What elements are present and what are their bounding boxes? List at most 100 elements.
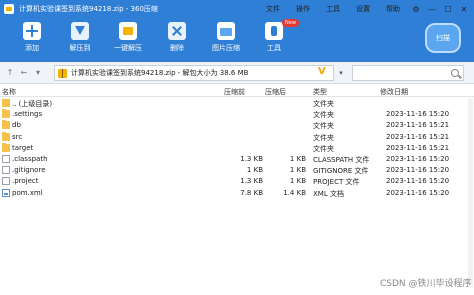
tools-icon bbox=[265, 22, 283, 40]
column-type[interactable]: 类型 bbox=[313, 87, 327, 97]
list-item[interactable]: .gitignore 1 KB 1 KB GITIGNORE 文件 2023-1… bbox=[0, 165, 474, 176]
menu-operation[interactable]: 操作 bbox=[288, 4, 318, 14]
delete-label: 删除 bbox=[170, 44, 184, 52]
column-name[interactable]: 名称 bbox=[2, 87, 16, 97]
minimize-button[interactable]: — bbox=[424, 5, 440, 14]
file-icon bbox=[2, 154, 10, 163]
menu-tools[interactable]: 工具 bbox=[318, 4, 348, 14]
file-type: GITIGNORE 文件 bbox=[313, 167, 369, 176]
list-item[interactable]: .settings 文件夹 2023-11-16 15:20 bbox=[0, 109, 474, 120]
column-modified[interactable]: 修改日期 bbox=[380, 87, 408, 97]
extract-label: 解压到 bbox=[69, 44, 91, 52]
file-type: 文件夹 bbox=[313, 144, 334, 153]
file-list: .. (上级目录) 文件夹 .settings 文件夹 2023-11-16 1… bbox=[0, 98, 474, 199]
folder-icon bbox=[2, 131, 10, 141]
file-modified: 2023-11-16 15:20 bbox=[386, 110, 450, 119]
image-compress-label: 图片压缩 bbox=[212, 44, 240, 52]
list-item[interactable]: .project 1.3 KB 1 KB PROJECT 文件 2023-11-… bbox=[0, 176, 474, 187]
address-bar: ↑ ← ▾ 计算机实验课签到系统94218.zip - 解包大小为 38.6 M… bbox=[0, 62, 474, 84]
list-item[interactable]: pom.xml 7.8 KB 1.4 KB XML 文档 2023-11-16 … bbox=[0, 188, 474, 199]
xml-file-icon bbox=[2, 188, 10, 197]
tools-label: 工具 bbox=[267, 44, 281, 52]
extract-icon bbox=[71, 22, 89, 40]
onekey-extract-button[interactable]: 一键解压 bbox=[104, 22, 152, 53]
delete-button[interactable]: 删除 bbox=[153, 22, 201, 53]
file-packed-size: 1 KB bbox=[289, 166, 306, 175]
add-label: 添加 bbox=[25, 44, 39, 52]
file-name: .classpath bbox=[12, 154, 48, 163]
address-dropdown[interactable]: ▾ bbox=[335, 65, 347, 81]
list-item[interactable]: src 文件夹 2023-11-16 15:21 bbox=[0, 131, 474, 143]
file-name: db bbox=[12, 121, 21, 130]
up-arrow-icon[interactable]: ↑ bbox=[4, 67, 16, 79]
file-packed-size: 1.4 KB bbox=[283, 188, 306, 197]
column-size[interactable]: 压缩后 bbox=[265, 87, 286, 97]
zip-archive-icon bbox=[58, 68, 67, 78]
list-header: 名称 压缩前 压缩后 类型 修改日期 bbox=[0, 86, 474, 97]
file-name: target bbox=[12, 143, 34, 152]
menu-settings[interactable]: 设置 bbox=[348, 4, 378, 14]
file-name: .. (上级目录) bbox=[12, 100, 53, 108]
image-compress-icon bbox=[217, 22, 235, 40]
skin-icon[interactable]: ⚙ bbox=[408, 5, 424, 14]
search-input[interactable] bbox=[352, 65, 464, 81]
dropdown-arrow-icon[interactable]: ▾ bbox=[32, 67, 44, 79]
address-field[interactable]: 计算机实验课签到系统94218.zip - 解包大小为 38.6 MB bbox=[54, 65, 334, 81]
new-badge: New bbox=[282, 19, 299, 27]
menu-bar: 文件 操作 工具 设置 帮助 bbox=[258, 0, 408, 18]
scan-label: 扫描 bbox=[436, 34, 450, 42]
vertical-scrollbar[interactable] bbox=[468, 98, 473, 288]
onekey-extract-label: 一键解压 bbox=[114, 44, 142, 52]
file-type: 文件夹 bbox=[313, 133, 334, 142]
address-path: 计算机实验课签到系统94218.zip - 解包大小为 38.6 MB bbox=[71, 69, 249, 77]
maximize-button[interactable]: ☐ bbox=[440, 5, 456, 14]
file-modified: 2023-11-16 15:21 bbox=[386, 143, 450, 152]
file-name: pom.xml bbox=[12, 188, 43, 197]
window-controls: ⚙ — ☐ ✕ bbox=[408, 0, 472, 18]
v-badge-icon[interactable]: V bbox=[318, 66, 326, 77]
file-type: 文件夹 bbox=[313, 111, 334, 120]
extract-to-button[interactable]: 解压到 bbox=[56, 22, 104, 53]
back-arrow-icon[interactable]: ← bbox=[18, 67, 30, 79]
file-modified: 2023-11-16 15:21 bbox=[386, 121, 450, 130]
menu-file[interactable]: 文件 bbox=[258, 4, 288, 14]
image-compress-button[interactable]: 图片压缩 bbox=[202, 22, 250, 53]
file-name: src bbox=[12, 132, 23, 141]
list-item[interactable]: .classpath 1.3 KB 1 KB CLASSPATH 文件 2023… bbox=[0, 154, 474, 165]
file-icon bbox=[2, 177, 10, 186]
scan-button[interactable]: 扫描 bbox=[425, 23, 461, 53]
file-type: 文件夹 bbox=[313, 100, 334, 108]
file-packed-size: 1 KB bbox=[289, 154, 306, 163]
file-name: .gitignore bbox=[12, 166, 46, 175]
folder-icon bbox=[2, 120, 10, 130]
toolbar: 添加 解压到 一键解压 删除 图片压缩 工具 bbox=[0, 18, 474, 62]
file-type: CLASSPATH 文件 bbox=[313, 155, 370, 164]
watermark-text: CSDN @铁川毕设程序 bbox=[380, 279, 472, 289]
close-button[interactable]: ✕ bbox=[456, 5, 472, 14]
add-button[interactable]: 添加 bbox=[8, 22, 56, 53]
file-modified: 2023-11-16 15:20 bbox=[386, 166, 450, 175]
delete-icon bbox=[168, 22, 186, 40]
list-item[interactable]: .. (上级目录) 文件夹 bbox=[0, 98, 474, 109]
file-type: XML 文档 bbox=[313, 189, 344, 198]
file-modified: 2023-11-16 15:20 bbox=[386, 154, 450, 163]
add-icon bbox=[23, 22, 41, 40]
file-modified: 2023-11-16 15:21 bbox=[386, 132, 450, 141]
folder-icon bbox=[2, 142, 10, 152]
up-folder-icon bbox=[2, 99, 10, 107]
file-packed-size: 1 KB bbox=[289, 177, 306, 186]
file-modified: 2023-11-16 15:20 bbox=[386, 177, 450, 186]
file-icon bbox=[2, 166, 10, 175]
column-packed[interactable]: 压缩前 bbox=[224, 87, 245, 97]
window-title: 计算机实验课签到系统94218.zip - 360压缩 bbox=[19, 5, 158, 13]
file-modified: 2023-11-16 15:20 bbox=[386, 188, 450, 197]
file-name: .settings bbox=[12, 110, 43, 119]
file-type: PROJECT 文件 bbox=[313, 178, 360, 187]
folder-icon bbox=[2, 109, 10, 119]
search-icon[interactable] bbox=[451, 69, 459, 77]
menu-help[interactable]: 帮助 bbox=[378, 4, 408, 14]
list-item[interactable]: target 文件夹 2023-11-16 15:21 bbox=[0, 142, 474, 154]
onekey-extract-icon bbox=[119, 22, 137, 40]
list-item[interactable]: db 文件夹 2023-11-16 15:21 bbox=[0, 120, 474, 131]
file-name: .project bbox=[12, 177, 39, 186]
